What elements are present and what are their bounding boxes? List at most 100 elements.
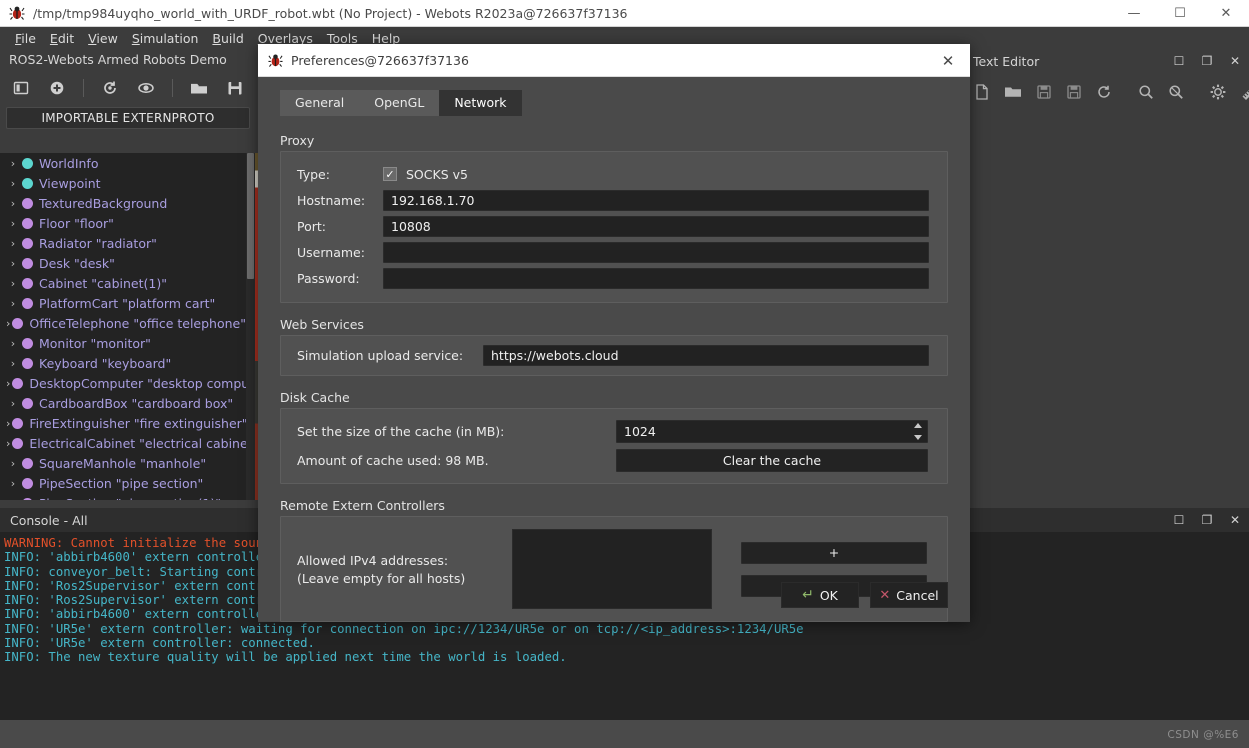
spinner-arrows[interactable]: [912, 423, 923, 440]
chevron-right-icon[interactable]: ›: [6, 297, 20, 310]
chevron-right-icon[interactable]: ›: [6, 317, 10, 330]
tab-network[interactable]: Network: [439, 90, 522, 116]
tree-node[interactable]: › Floor "floor": [0, 213, 246, 233]
importable-externproto-button[interactable]: IMPORTABLE EXTERNPROTO: [6, 107, 250, 129]
tree-node[interactable]: › PipeSection "pipe section(1)": [0, 493, 246, 500]
add-node-icon[interactable]: [46, 77, 68, 99]
tree-node-label: FireExtinguisher "fire extinguisher": [29, 415, 246, 431]
gear-icon[interactable]: [1209, 82, 1227, 102]
tree-node[interactable]: › Monitor "monitor": [0, 333, 246, 353]
text-editor-body[interactable]: [963, 111, 1249, 508]
tree-node[interactable]: › Radiator "radiator": [0, 233, 246, 253]
tree-node[interactable]: › DesktopComputer "desktop computer": [0, 373, 246, 393]
float-icon[interactable]: ❐: [1199, 53, 1215, 69]
open-folder-icon[interactable]: [188, 77, 210, 99]
chevron-right-icon[interactable]: ›: [6, 477, 20, 490]
tree-node[interactable]: › PipeSection "pipe section": [0, 473, 246, 493]
find-replace-icon[interactable]: [1167, 82, 1185, 102]
maximize-icon[interactable]: ☐: [1171, 53, 1187, 69]
tree-node-label: WorldInfo: [39, 155, 99, 171]
tree-node[interactable]: › Cabinet "cabinet(1)": [0, 273, 246, 293]
chevron-right-icon[interactable]: ›: [6, 437, 10, 450]
close-icon[interactable]: ✕: [1227, 512, 1243, 528]
proxy-password-label: Password:: [297, 270, 360, 286]
comb-icon[interactable]: [1239, 82, 1249, 102]
maximize-icon[interactable]: ☐: [1171, 512, 1187, 528]
proxy-port-input[interactable]: 10808: [383, 215, 929, 237]
dialog-tabs: General OpenGL Network: [280, 90, 948, 116]
scene-tree-panel: ROS2-Webots Armed Robots Demo IMPORTABLE…: [0, 49, 262, 508]
close-button[interactable]: ✕: [1203, 0, 1249, 27]
chevron-right-icon[interactable]: ›: [6, 397, 20, 410]
tab-general[interactable]: General: [280, 90, 360, 116]
allowed-ip-list[interactable]: [512, 529, 712, 609]
menu-simulation[interactable]: Simulation: [125, 29, 206, 48]
chevron-right-icon[interactable]: ›: [6, 177, 20, 190]
save-icon[interactable]: [1035, 82, 1053, 102]
reload-icon[interactable]: [99, 77, 121, 99]
cancel-button[interactable]: ✕ Cancel: [870, 582, 948, 608]
scene-tree-scrollbar[interactable]: [246, 153, 255, 500]
open-folder-icon[interactable]: [1003, 82, 1023, 102]
spinner-up-icon[interactable]: [913, 423, 922, 428]
save-disk-icon[interactable]: [224, 77, 246, 99]
dialog-close-icon[interactable]: ✕: [926, 44, 970, 77]
menu-view[interactable]: View: [81, 29, 125, 48]
tree-node[interactable]: › TexturedBackground: [0, 193, 246, 213]
tree-node[interactable]: › ElectricalCabinet "electrical cabinet": [0, 433, 246, 453]
tree-node[interactable]: › WorldInfo: [0, 153, 246, 173]
tree-node-label: SquareManhole "manhole": [39, 455, 207, 471]
panel-toggle-icon[interactable]: [10, 77, 32, 99]
chevron-right-icon[interactable]: ›: [6, 457, 20, 470]
spinner-down-icon[interactable]: [913, 435, 922, 440]
menu-file[interactable]: File: [8, 29, 43, 48]
node-type-dot: [22, 217, 33, 229]
menu-edit[interactable]: Edit: [43, 29, 81, 48]
tree-node[interactable]: › Keyboard "keyboard": [0, 353, 246, 373]
chevron-right-icon[interactable]: ›: [6, 197, 20, 210]
chevron-right-icon[interactable]: ›: [6, 237, 20, 250]
save-as-icon[interactable]: [1065, 82, 1083, 102]
tree-node[interactable]: › SquareManhole "manhole": [0, 453, 246, 473]
tree-node[interactable]: › PlatformCart "platform cart": [0, 293, 246, 313]
close-icon[interactable]: ✕: [1227, 53, 1243, 69]
ok-button[interactable]: ↵ OK: [781, 582, 859, 608]
tree-node[interactable]: › OfficeTelephone "office telephone": [0, 313, 246, 333]
add-ip-button[interactable]: +: [741, 541, 927, 564]
scrollbar-thumb[interactable]: [247, 153, 254, 279]
proxy-username-input[interactable]: [383, 241, 929, 263]
cache-size-spinner[interactable]: 1024: [616, 420, 928, 443]
upload-service-input[interactable]: https://webots.cloud: [483, 344, 929, 366]
scene-tree-list[interactable]: › WorldInfo › Viewpoint › TexturedBackgroun…: [0, 153, 246, 500]
find-icon[interactable]: [1137, 82, 1155, 102]
remote-controllers-group-title: Remote Extern Controllers: [280, 498, 445, 513]
proxy-password-input[interactable]: [383, 267, 929, 289]
chevron-right-icon[interactable]: ›: [6, 497, 20, 501]
chevron-right-icon[interactable]: ›: [6, 217, 20, 230]
proxy-type-checkbox-group[interactable]: ✓ SOCKS v5: [383, 167, 468, 182]
menu-build[interactable]: Build: [205, 29, 250, 48]
clear-cache-button[interactable]: Clear the cache: [616, 449, 928, 472]
maximize-button[interactable]: ☐: [1157, 0, 1203, 27]
chevron-right-icon[interactable]: ›: [6, 277, 20, 290]
chevron-right-icon[interactable]: ›: [6, 417, 10, 430]
chevron-right-icon[interactable]: ›: [6, 357, 20, 370]
tree-node[interactable]: › Desk "desk": [0, 253, 246, 273]
visibility-eye-icon[interactable]: [135, 77, 157, 99]
preferences-dialog: Preferences@726637f37136 ✕ General OpenG…: [258, 44, 970, 622]
chevron-right-icon[interactable]: ›: [6, 157, 20, 170]
proxy-hostname-input[interactable]: 192.168.1.70: [383, 189, 929, 211]
reload-icon[interactable]: [1095, 82, 1113, 102]
tree-node[interactable]: › Viewpoint: [0, 173, 246, 193]
node-type-dot: [12, 437, 24, 449]
float-icon[interactable]: ❐: [1199, 512, 1215, 528]
chevron-right-icon[interactable]: ›: [6, 257, 20, 270]
tree-node[interactable]: › CardboardBox "cardboard box": [0, 393, 246, 413]
minimize-button[interactable]: —: [1111, 0, 1157, 27]
new-file-icon[interactable]: [973, 82, 991, 102]
chevron-right-icon[interactable]: ›: [6, 337, 20, 350]
tree-node[interactable]: › FireExtinguisher "fire extinguisher": [0, 413, 246, 433]
tab-opengl[interactable]: OpenGL: [359, 90, 440, 116]
proxy-type-checkbox[interactable]: ✓: [383, 167, 397, 181]
chevron-right-icon[interactable]: ›: [6, 377, 10, 390]
